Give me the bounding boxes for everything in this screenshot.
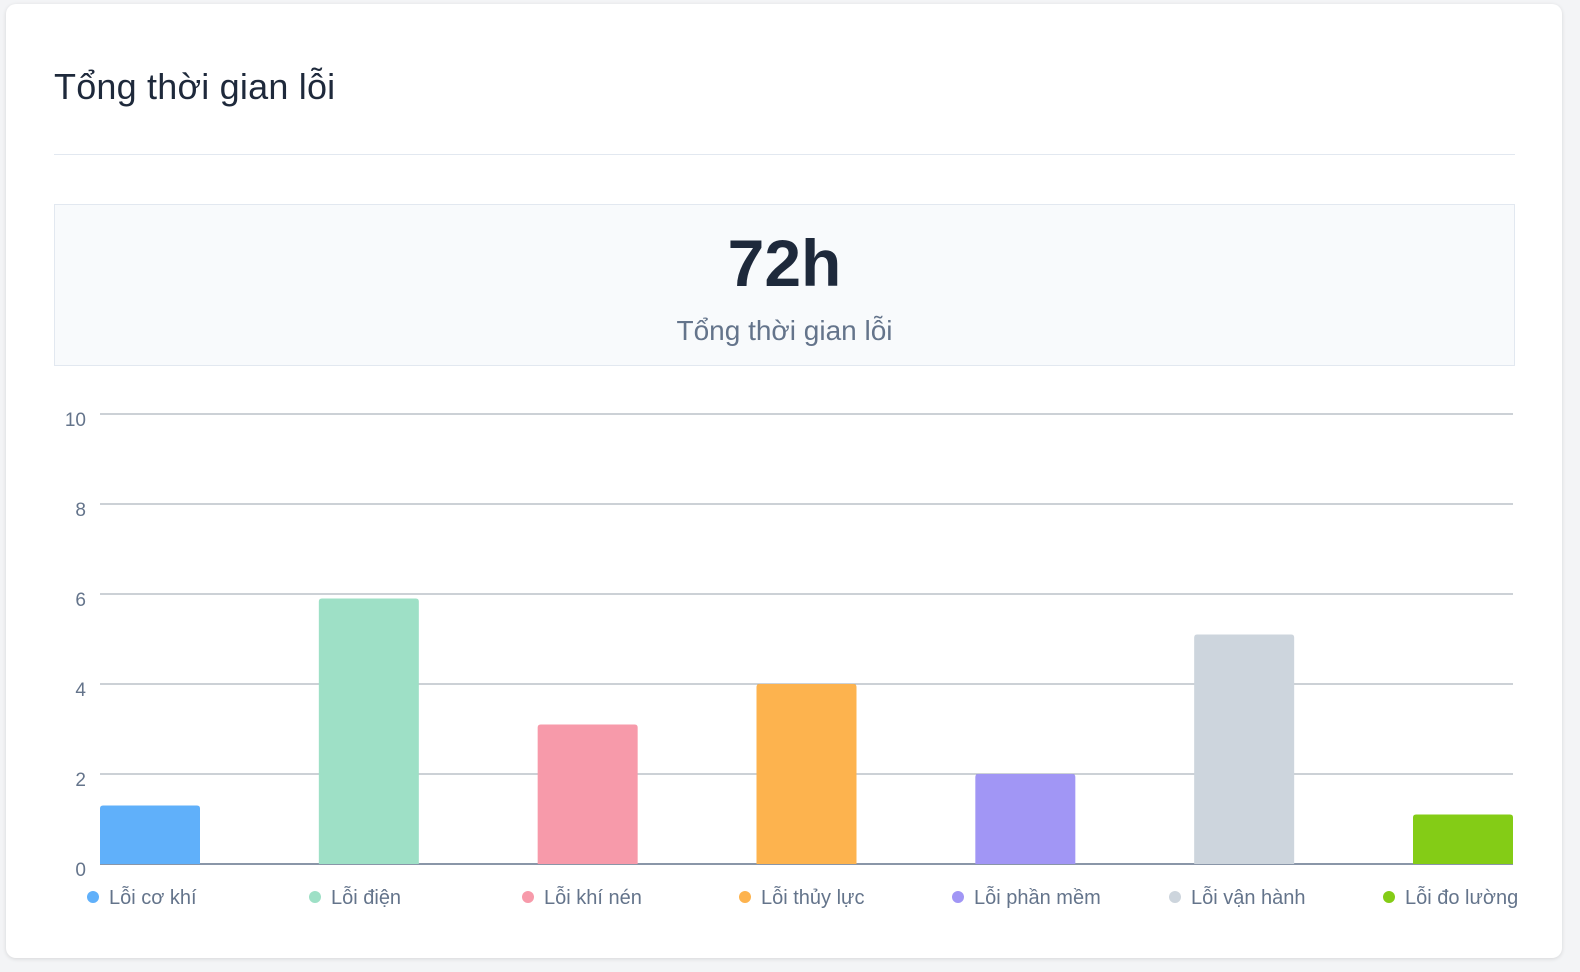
- legend-label: Lỗi phần mềm: [974, 886, 1101, 909]
- bar: [975, 774, 1076, 864]
- bar: [537, 724, 638, 864]
- legend-label: Lỗi khí nén: [544, 886, 642, 909]
- bar: [1413, 814, 1513, 864]
- y-tick-label: 4: [75, 680, 86, 701]
- legend-marker: [1169, 891, 1181, 903]
- bar: [1194, 634, 1295, 864]
- legend-marker: [739, 891, 751, 903]
- legend-label: Lỗi thủy lực: [761, 886, 864, 909]
- y-tick-label: 10: [65, 410, 86, 431]
- y-tick-label: 0: [75, 860, 86, 881]
- bar: [318, 598, 419, 864]
- y-tick-label: 6: [75, 590, 86, 611]
- legend-label: Lỗi vận hành: [1191, 886, 1306, 909]
- legend-marker: [522, 891, 534, 903]
- legend-marker: [87, 891, 99, 903]
- bar-chart: 0 2 4 6 8 10 Lỗi cơ khí Lỗi điện Lỗi khí nén Lỗi …: [65, 410, 1518, 909]
- y-tick-label: 2: [75, 770, 86, 791]
- y-tick-label: 8: [75, 500, 86, 521]
- bar: [756, 684, 857, 864]
- legend-label: Lỗi điện: [331, 886, 401, 909]
- legend-marker: [309, 891, 321, 903]
- bar: [100, 805, 200, 864]
- legend-label: Lỗi đo lường: [1405, 886, 1518, 909]
- legend-marker: [952, 891, 964, 903]
- legend-label: Lỗi cơ khí: [109, 886, 197, 909]
- legend-marker: [1383, 891, 1395, 903]
